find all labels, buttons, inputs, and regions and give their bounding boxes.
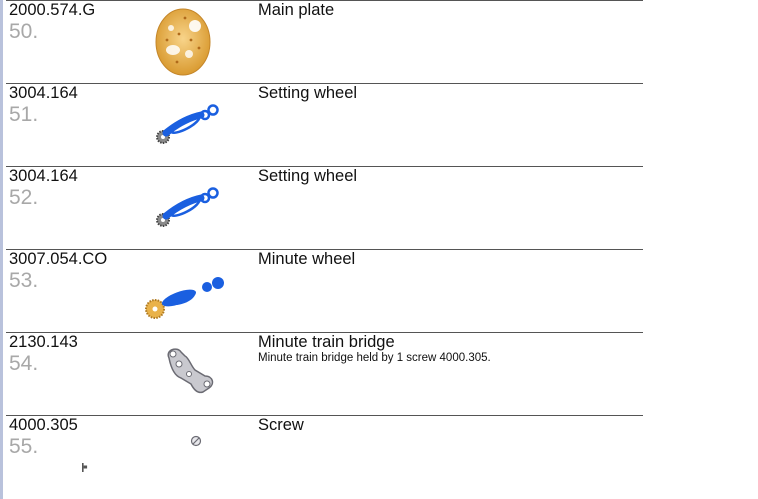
part-row: 3004.164 51. Setting wheel (3, 83, 758, 166)
part-row: 2000.574.G 50. Main plate (3, 0, 758, 83)
part-name: Screw (258, 416, 304, 434)
part-row: 2130.143 54. Minute train bridge Minute … (3, 332, 758, 415)
part-name: Minute train bridge (258, 333, 395, 351)
setting-wheel-icon (133, 170, 233, 246)
part-row: 3004.164 52. Setting wheel (3, 166, 758, 249)
part-name: Main plate (258, 1, 335, 19)
part-number: 54. (9, 352, 39, 375)
part-number: 52. (9, 186, 39, 209)
part-name: Setting wheel (258, 84, 358, 102)
row-divider (6, 415, 643, 416)
part-description: Minute train bridge held by 1 screw 4000… (258, 352, 491, 364)
part-code: 2130.143 (9, 333, 78, 351)
part-row: 4000.305 55. Screw (3, 415, 758, 498)
part-number: 51. (9, 103, 39, 126)
part-code: 3004.164 (9, 84, 78, 102)
setting-wheel-icon (133, 87, 233, 163)
part-number: 50. (9, 20, 39, 43)
part-number: 53. (9, 269, 39, 292)
part-code: 2000.574.G (9, 1, 96, 19)
part-code: 4000.305 (9, 416, 78, 434)
screw-icon (133, 419, 233, 495)
part-name: Setting wheel (258, 167, 358, 185)
part-number: 55. (9, 435, 39, 458)
main-plate-icon (133, 4, 233, 80)
part-code: 3007.054.CO (9, 250, 108, 268)
part-code: 3004.164 (9, 167, 78, 185)
minute-train-bridge-icon (133, 336, 233, 412)
minute-wheel-icon (133, 253, 233, 329)
part-name: Minute wheel (258, 250, 356, 268)
part-row: 3007.054.CO 53. Minute wheel (3, 249, 758, 332)
screw-side-icon (81, 459, 89, 472)
